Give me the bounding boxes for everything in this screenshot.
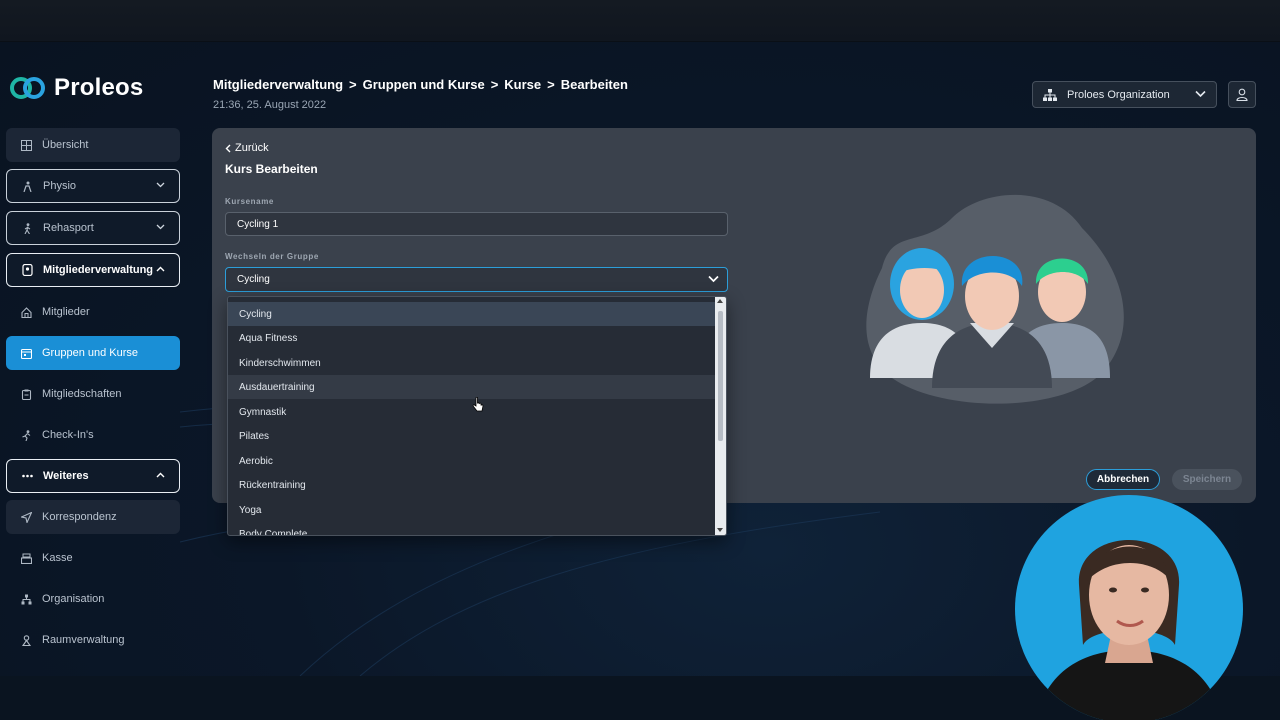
mouse-cursor-icon — [472, 397, 484, 412]
breadcrumb-item[interactable]: Gruppen und Kurse — [363, 77, 485, 92]
presenter-video-overlay — [1015, 495, 1243, 720]
course-name-input[interactable]: Cycling 1 — [225, 212, 728, 236]
group-select-value: Cycling — [237, 274, 270, 285]
app-logo[interactable]: Proleos — [8, 72, 143, 104]
sidebar-item-physio[interactable]: Physio — [6, 169, 180, 203]
sidebar-item-label: Korrespondenz — [42, 511, 117, 523]
register-icon — [20, 552, 32, 564]
sidebar-item-korrespondenz[interactable]: Korrespondenz — [6, 500, 180, 534]
sidebar-item-check-ins[interactable]: Check-In's — [6, 418, 180, 452]
back-link-label: Zurück — [235, 142, 269, 154]
dropdown-option[interactable]: Rückentraining — [228, 473, 716, 497]
sidebar-item-rehasport[interactable]: Rehasport — [6, 211, 180, 245]
sidebar-item-kasse[interactable]: Kasse — [6, 541, 180, 575]
team-illustration — [866, 194, 1124, 404]
breadcrumb-separator-icon: > — [349, 77, 357, 92]
chevron-down-icon — [156, 180, 165, 191]
group-select[interactable]: Cycling — [225, 267, 728, 292]
user-icon — [1236, 88, 1248, 101]
back-link[interactable]: Zurück — [225, 142, 269, 154]
sidebar-item-label: Kasse — [42, 552, 73, 564]
chevron-up-icon — [156, 264, 165, 275]
sidebar-item-gruppen-und-kurse[interactable]: Gruppen und Kurse — [6, 336, 180, 370]
sidebar-item-label: Organisation — [42, 593, 105, 605]
cancel-button[interactable]: Abbrechen — [1086, 469, 1160, 490]
dropdown-option[interactable]: Yoga — [228, 498, 716, 522]
breadcrumb: Mitgliederverwaltung > Gruppen und Kurse… — [213, 77, 628, 92]
breadcrumb-item[interactable]: Mitgliederverwaltung — [213, 77, 343, 92]
chevron-up-icon — [156, 470, 165, 481]
user-profile-button[interactable] — [1228, 81, 1256, 108]
organization-select[interactable]: Proloes Organization — [1032, 81, 1217, 108]
sidebar-item-label: Gruppen und Kurse — [42, 347, 139, 359]
clipboard-icon — [20, 388, 32, 400]
page-title: Kurs Bearbeiten — [225, 162, 318, 176]
sidebar-item-label: Übersicht — [42, 139, 89, 151]
video-top-band — [0, 0, 1280, 42]
sidebar-item-mitglieder[interactable]: Mitglieder — [6, 295, 180, 329]
sidebar-item-mitgliederverwaltung[interactable]: Mitgliederverwaltung — [6, 253, 180, 287]
physio-icon — [21, 180, 33, 192]
scroll-up-icon[interactable] — [717, 299, 723, 303]
sidebar-item-mitgliedschaften[interactable]: Mitgliedschaften — [6, 377, 180, 411]
room-icon — [20, 634, 32, 646]
dropdown-option[interactable]: Aqua Fitness — [228, 326, 716, 350]
dropdown-option[interactable]: Kinderschwimmen — [228, 351, 716, 375]
org-icon — [1043, 88, 1057, 101]
dropdown-option[interactable]: Aerobic — [228, 449, 716, 473]
home-icon — [20, 306, 32, 318]
sidebar-item-uebersicht[interactable]: Übersicht — [6, 128, 180, 162]
presenter-figure — [1035, 540, 1223, 720]
group-label: Wechseln der Gruppe — [225, 252, 319, 261]
breadcrumb-separator-icon: > — [547, 77, 555, 92]
sidebar-item-label: Mitgliedschaften — [42, 388, 122, 400]
calendar-icon — [20, 347, 32, 359]
chevron-down-icon — [708, 274, 719, 287]
sidebar-item-label: Rehasport — [43, 222, 94, 234]
sidebar-item-label: Physio — [43, 180, 77, 192]
chevron-down-icon — [1195, 88, 1206, 103]
dropdown-option[interactable]: Ausdauertraining — [228, 375, 716, 399]
run-icon — [20, 429, 32, 441]
grid-icon — [20, 139, 32, 151]
course-name-label: Kursename — [225, 197, 274, 206]
breadcrumb-item-current: Bearbeiten — [560, 77, 628, 92]
walking-icon — [21, 222, 33, 234]
more-icon — [21, 470, 33, 482]
dropdown-option[interactable]: Body Complete — [228, 522, 716, 536]
send-icon — [20, 511, 32, 523]
sidebar-item-label: Weiteres — [43, 470, 89, 482]
sidebar-item-label: Raumverwaltung — [42, 634, 125, 646]
app-name: Proleos — [54, 74, 144, 101]
logo-rings-icon — [10, 77, 45, 99]
dropdown-option[interactable]: Pilates — [228, 424, 716, 448]
sidebar-item-raumverwaltung[interactable]: Raumverwaltung — [6, 623, 180, 657]
breadcrumb-item[interactable]: Kurse — [504, 77, 541, 92]
scroll-down-icon[interactable] — [717, 528, 723, 532]
group-dropdown-list[interactable]: Cycling Aqua Fitness Kinderschwimmen Aus… — [227, 296, 727, 536]
member-card-icon — [21, 264, 33, 276]
dropdown-option[interactable]: Cycling — [228, 302, 716, 326]
dropdown-scrollbar[interactable] — [715, 297, 726, 535]
sidebar-item-weiteres[interactable]: Weiteres — [6, 459, 180, 493]
sidebar-item-organisation[interactable]: Organisation — [6, 582, 180, 616]
sidebar-item-label: Mitglieder — [42, 306, 90, 318]
save-button[interactable]: Speichern — [1172, 469, 1242, 490]
chevron-left-icon — [225, 144, 231, 152]
org-icon — [20, 593, 32, 605]
timestamp: 21:36, 25. August 2022 — [213, 99, 327, 111]
sidebar-item-label: Mitgliederverwaltung — [43, 264, 154, 276]
organization-select-value: Proloes Organization — [1067, 88, 1170, 101]
sidebar-item-label: Check-In's — [42, 429, 94, 441]
breadcrumb-separator-icon: > — [490, 77, 499, 92]
scrollbar-thumb[interactable] — [718, 311, 723, 441]
chevron-down-icon — [156, 222, 165, 233]
